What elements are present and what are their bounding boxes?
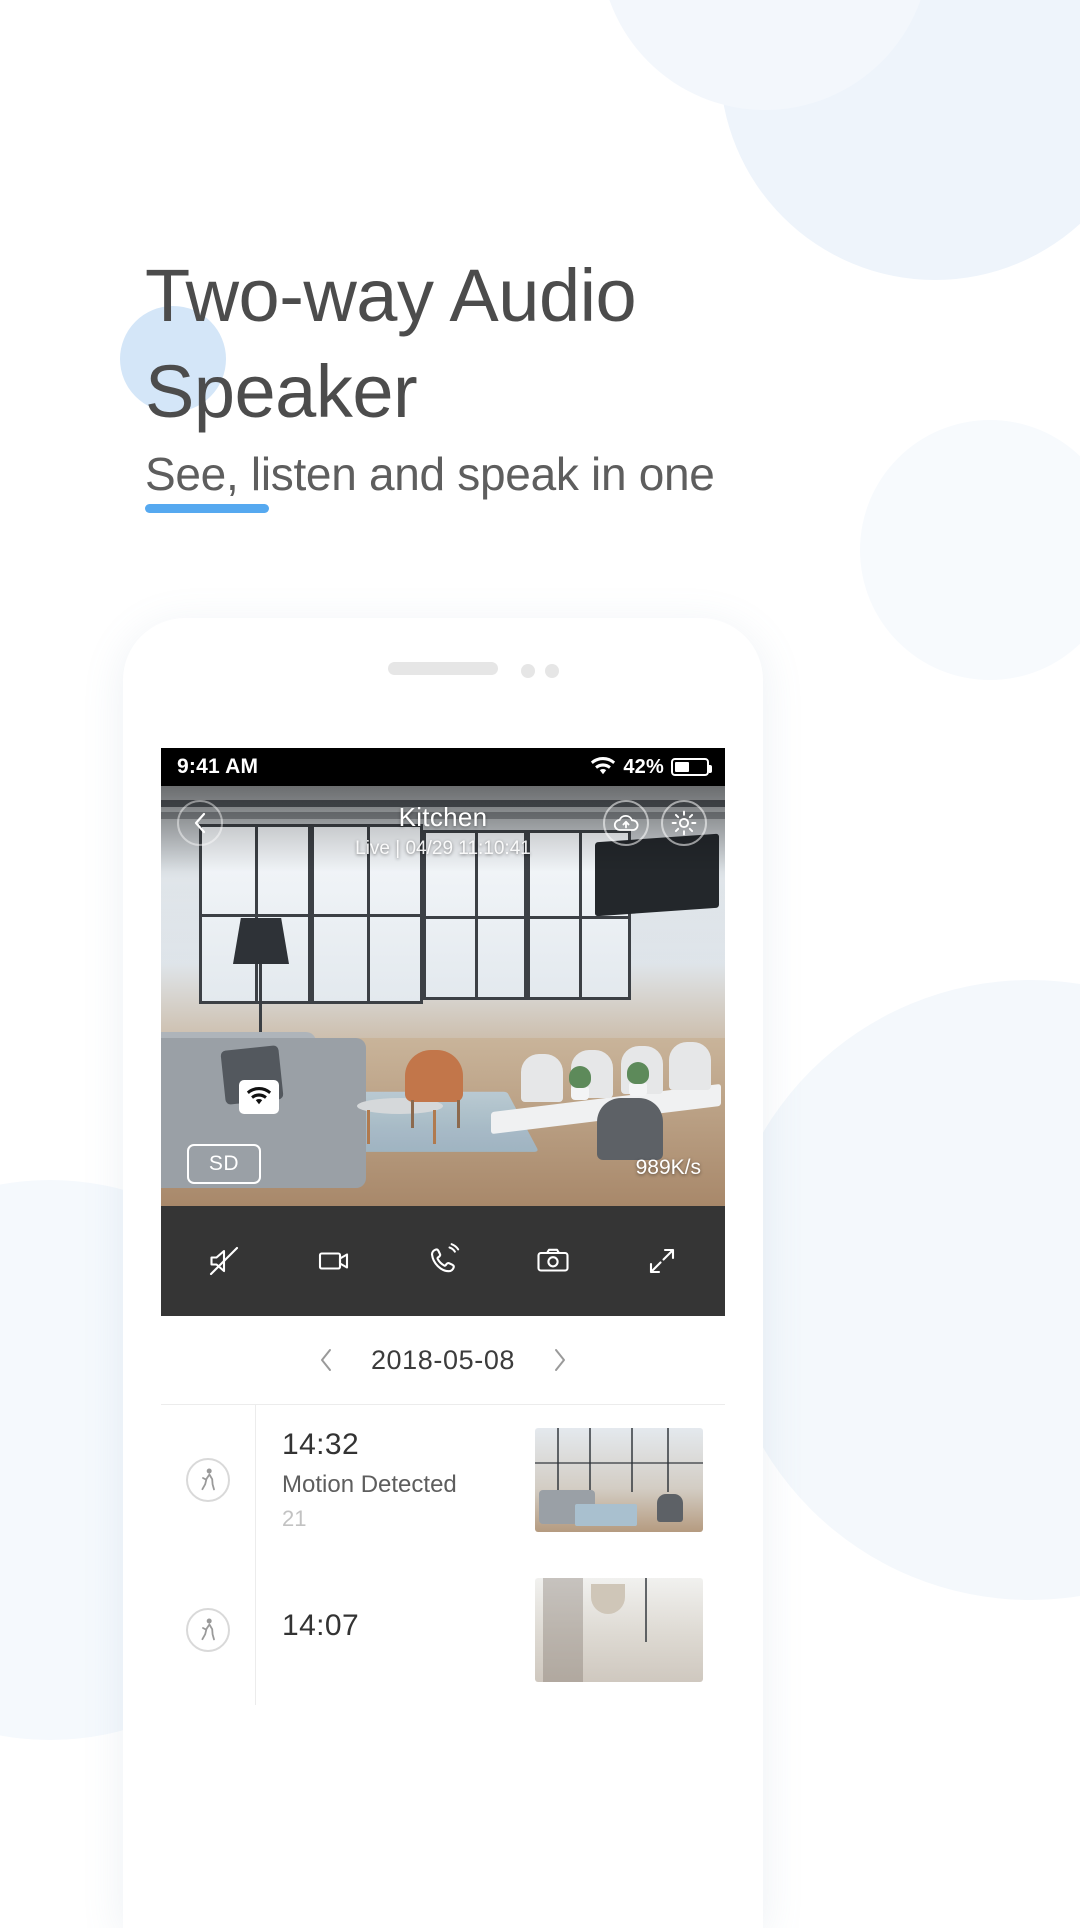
stream-status-label: Live | 04/29 11:10:41	[355, 838, 531, 859]
snapshot-button[interactable]	[522, 1230, 584, 1292]
phone-screen: 9:41 AM 42% Kitchen Live | 04/29 11:10:4…	[161, 748, 725, 1928]
decorative-blob-right-upper	[860, 420, 1080, 680]
phone-talk-icon	[422, 1240, 464, 1282]
accent-underline	[145, 504, 269, 513]
event-thumbnail[interactable]	[535, 1428, 703, 1532]
event-text-block: 14:32 Motion Detected 21	[282, 1428, 535, 1532]
event-thumbnail[interactable]	[535, 1578, 703, 1682]
decorative-blob-right-mid	[720, 980, 1080, 1600]
video-camera-icon	[312, 1240, 354, 1282]
chevron-right-icon	[552, 1347, 568, 1373]
phone-front-camera	[521, 664, 535, 678]
wifi-icon	[590, 757, 616, 777]
record-button[interactable]	[302, 1230, 364, 1292]
cloud-upload-icon	[613, 813, 639, 833]
video-header-overlay: Kitchen Live | 04/29 11:10:41	[161, 786, 725, 872]
chevron-left-icon	[318, 1347, 334, 1373]
expand-icon	[641, 1240, 683, 1282]
live-video-feed[interactable]: Kitchen Live | 04/29 11:10:41 SD 989K/s	[161, 786, 725, 1206]
status-bar-indicators: 42%	[590, 755, 712, 779]
cloud-button[interactable]	[603, 800, 649, 846]
event-timeline-rail	[161, 1555, 255, 1705]
gear-icon	[671, 810, 697, 836]
event-description: Motion Detected	[282, 1471, 457, 1498]
phone-earpiece-speaker	[388, 662, 498, 675]
next-day-button[interactable]	[545, 1345, 575, 1375]
battery-icon	[671, 758, 712, 776]
page-title: Two-way Audio Speaker	[145, 254, 637, 433]
connection-status-badge	[239, 1080, 279, 1114]
stream-quality-badge[interactable]: SD	[187, 1144, 261, 1184]
status-bar: 9:41 AM 42%	[161, 748, 725, 786]
list-item[interactable]: 14:07	[161, 1555, 725, 1705]
page-subtitle: See, listen and speak in one	[145, 448, 715, 500]
bitrate-label: 989K/s	[635, 1156, 701, 1179]
mute-button[interactable]	[193, 1230, 255, 1292]
event-text-block: 14:07	[282, 1609, 535, 1652]
walking-person-icon	[186, 1458, 230, 1502]
list-item[interactable]: 14:32 Motion Detected 21	[161, 1405, 725, 1555]
event-content: 14:07	[255, 1555, 703, 1705]
fullscreen-button[interactable]	[631, 1230, 693, 1292]
event-time: 14:07	[282, 1608, 360, 1642]
event-list: 14:32 Motion Detected 21 14:07	[161, 1405, 725, 1705]
previous-day-button[interactable]	[311, 1345, 341, 1375]
date-navigator: 2018-05-08	[161, 1316, 725, 1405]
event-timeline-rail	[161, 1405, 255, 1555]
phone-mockup: 9:41 AM 42% Kitchen Live | 04/29 11:10:4…	[123, 618, 763, 1928]
video-control-toolbar	[161, 1206, 725, 1316]
settings-button[interactable]	[661, 800, 707, 846]
event-content: 14:32 Motion Detected 21	[255, 1405, 703, 1555]
talk-button[interactable]	[412, 1230, 474, 1292]
walking-person-icon	[186, 1608, 230, 1652]
speaker-mute-icon	[203, 1240, 245, 1282]
event-time: 14:32	[282, 1428, 360, 1461]
battery-percent-label: 42%	[623, 755, 664, 778]
event-meta: 21	[282, 1506, 307, 1531]
status-bar-time: 9:41 AM	[177, 755, 259, 778]
phone-proximity-sensor	[545, 664, 559, 678]
camera-icon	[532, 1240, 574, 1282]
wifi-icon	[246, 1087, 272, 1107]
current-date-label[interactable]: 2018-05-08	[371, 1345, 515, 1376]
